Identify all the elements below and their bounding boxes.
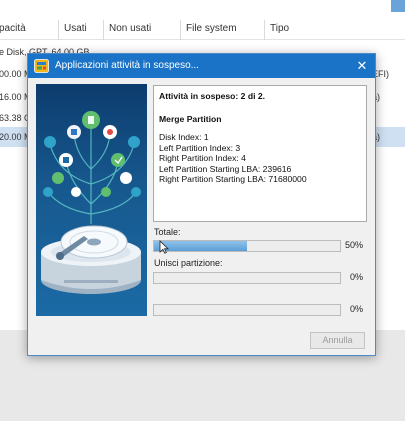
total-progress-percent: 50% (344, 240, 363, 250)
pending-operation-details: Attività in sospeso: 2 di 2. Merge Parti… (153, 85, 367, 222)
dialog-title: Applicazioni attività in sospeso... (55, 60, 199, 71)
disk-list-header: pacità Usati Non usati File system Tipo (0, 0, 405, 40)
column-file-system[interactable]: File system (180, 20, 264, 40)
disk-tree-illustration (36, 84, 147, 316)
column-used[interactable]: Usati (58, 20, 103, 40)
app-logo-icon (34, 59, 49, 73)
column-type[interactable]: Tipo (264, 20, 405, 40)
step-progress-bar (153, 304, 341, 316)
close-icon: ✕ (356, 58, 368, 73)
merge-progress-label: Unisci partizione: (154, 258, 223, 268)
operation-parameters: Disk Index: 1 Left Partition Index: 3 Ri… (159, 132, 361, 185)
mouse-cursor-icon (159, 240, 169, 254)
merge-progress-bar (153, 272, 341, 284)
close-button[interactable]: ✕ (349, 54, 375, 78)
operation-name: Merge Partition (159, 113, 222, 124)
column-unused[interactable]: Non usati (103, 20, 180, 40)
detail-line: Left Partition Index: 3 (159, 142, 241, 153)
step-progress-percent: 0% (349, 304, 363, 314)
detail-line: Left Partition Starting LBA: 239616 (159, 163, 292, 174)
pending-count-heading: Attività in sospeso: 2 di 2. (159, 91, 266, 101)
detail-line: Disk Index: 1 (159, 132, 209, 142)
cancel-button[interactable]: Annulla (310, 332, 365, 349)
window-control-strip (391, 0, 405, 12)
merge-progress-percent: 0% (349, 272, 363, 282)
pending-operations-dialog: Applicazioni attività in sospeso... ✕ At… (27, 53, 376, 356)
column-capacity[interactable]: pacità (0, 20, 58, 40)
hard-disk-icon (41, 111, 141, 294)
detail-line: Right Partition Index: 4 (159, 153, 246, 163)
detail-line: Right Partition Starting LBA: 71680000 (159, 174, 307, 184)
total-progress-bar (153, 240, 341, 252)
dialog-titlebar[interactable]: Applicazioni attività in sospeso... ✕ (28, 54, 375, 78)
total-progress-label: Totale: (154, 227, 181, 237)
